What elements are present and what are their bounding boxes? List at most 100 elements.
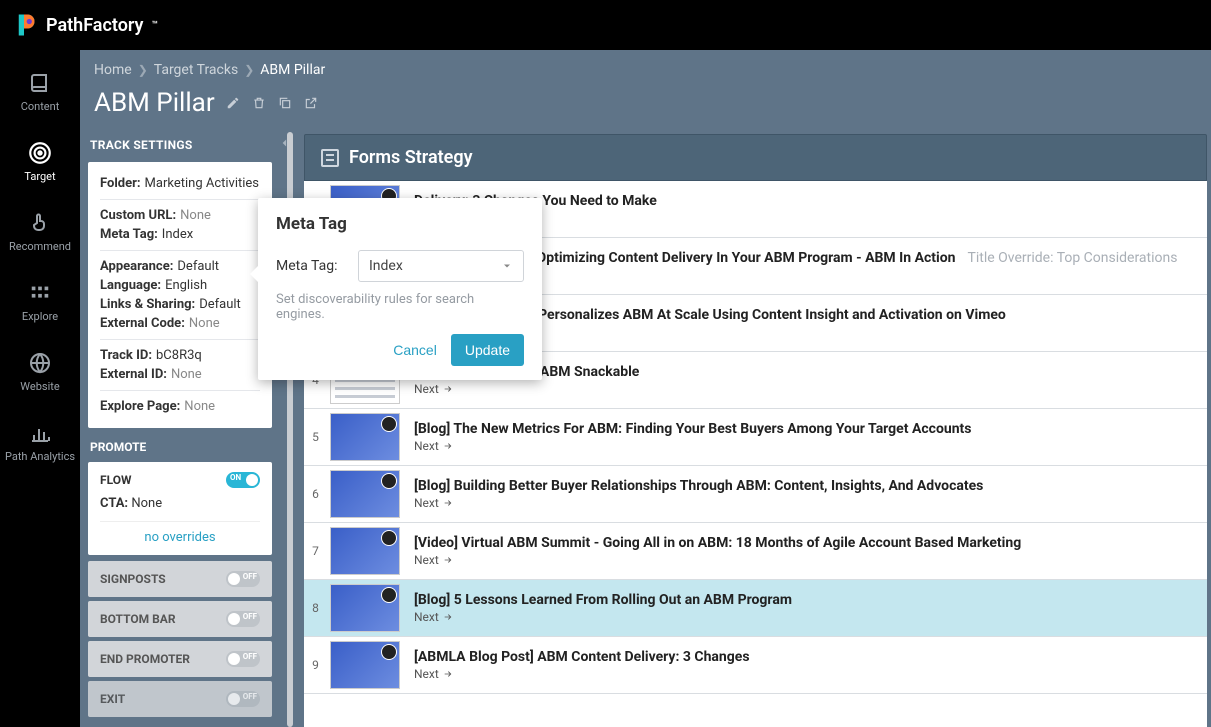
arrow-right-icon [443, 669, 453, 679]
popover-field-label: Meta Tag: [276, 258, 346, 274]
promote-bottom-bar[interactable]: BOTTOM BAR OFF [88, 601, 272, 637]
track-row[interactable]: 9[ABMLA Blog Post] ABM Content Delivery:… [304, 637, 1207, 694]
row-next[interactable]: Next [414, 496, 1199, 510]
meta-tag-select-value: Index [369, 258, 403, 274]
row-next[interactable]: Next [414, 610, 1199, 624]
arrow-right-icon [443, 384, 453, 394]
folder-label: Folder: [100, 176, 141, 191]
overrides-link[interactable]: no overrides [100, 521, 260, 545]
popover-arrow-icon [250, 266, 258, 282]
promote-flow-card: FLOW ON CTA: None no overrides [88, 462, 272, 555]
flow-toggle[interactable]: ON [226, 472, 260, 488]
arrow-right-icon [443, 555, 453, 565]
trash-icon[interactable] [251, 95, 267, 111]
track-id-value: bC8R3q [156, 348, 202, 363]
cancel-button[interactable]: Cancel [393, 342, 437, 358]
explore-page-label: Explore Page: [100, 399, 180, 414]
track-row[interactable]: 6[Blog] Building Better Buyer Relationsh… [304, 466, 1207, 523]
row-text: [Blog] Building Better Buyer Relationshi… [406, 474, 1207, 514]
nav-label: Path Analytics [5, 450, 75, 463]
row-text: [Blog] The New Metrics For ABM: Finding … [406, 417, 1207, 457]
nav-label: Content [21, 100, 60, 113]
appearance-label: Appearance: [100, 259, 173, 274]
row-title: [Blog] 5 Lessons Learned From Rolling Ou… [414, 592, 792, 608]
forms-strategy-header[interactable]: Forms Strategy [304, 134, 1207, 181]
row-next[interactable]: Next [414, 667, 1199, 681]
row-next[interactable]: Next [414, 553, 1199, 567]
arrow-right-icon [443, 498, 453, 508]
globe-icon [27, 350, 53, 376]
promote-signposts[interactable]: SIGNPOSTS OFF [88, 561, 272, 597]
meta-tag-popover: Meta Tag Meta Tag: Index Set discoverabi… [258, 198, 542, 380]
book-icon [27, 70, 53, 96]
row-number: 8 [304, 601, 324, 615]
edit-icon[interactable] [225, 95, 241, 111]
nav-label: Target [24, 170, 55, 183]
promote-end-promoter[interactable]: END PROMOTER OFF [88, 641, 272, 677]
exit-label: EXIT [100, 692, 125, 706]
breadcrumb-home[interactable]: Home [94, 62, 132, 78]
row-number: 5 [304, 430, 324, 444]
meta-tag-select[interactable]: Index [358, 250, 524, 282]
nav-target[interactable]: Target [0, 126, 80, 196]
nav-content[interactable]: Content [0, 56, 80, 126]
page-title: ABM Pillar [94, 88, 215, 118]
external-id-label: External ID: [100, 367, 167, 382]
track-row[interactable]: 5 [Blog] The New Metrics For ABM: Finding… [304, 409, 1207, 466]
signposts-toggle[interactable]: OFF [226, 571, 260, 587]
explore-page-value: None [184, 399, 215, 414]
chevron-down-icon [501, 260, 513, 272]
cta-value: None [131, 496, 162, 511]
share-icon[interactable] [303, 95, 319, 111]
exit-toggle[interactable]: OFF [226, 691, 260, 707]
nav-explore[interactable]: Explore [0, 266, 80, 336]
breadcrumb-tracks[interactable]: Target Tracks [154, 62, 238, 78]
external-id-value: None [171, 367, 202, 382]
row-thumbnail [330, 470, 400, 518]
popover-help-text: Set discoverability rules for search eng… [276, 292, 524, 322]
copy-icon[interactable] [277, 95, 293, 111]
flow-label: FLOW [100, 473, 131, 487]
row-title: [ABMLA Blog Post] ABM Content Delivery: … [414, 649, 750, 665]
settings-header-label: TRACK SETTINGS [90, 138, 193, 152]
language-label: Language: [100, 278, 161, 293]
popover-title: Meta Tag [276, 214, 524, 234]
links-sharing-label: Links & Sharing: [100, 297, 195, 312]
bar-chart-icon [27, 420, 53, 446]
nav-path-analytics[interactable]: Path Analytics [0, 406, 80, 476]
end-promoter-toggle[interactable]: OFF [226, 651, 260, 667]
row-text: [ABMLA Blog Post] ABM Content Delivery: … [406, 645, 1207, 685]
form-icon [321, 149, 339, 167]
bottom-bar-label: BOTTOM BAR [100, 612, 176, 626]
row-text: [Blog] 5 Lessons Learned From Rolling Ou… [406, 588, 1207, 628]
meta-tag-value[interactable]: Index [162, 227, 193, 242]
settings-card: Folder: Marketing Activities Custom URL:… [88, 162, 272, 428]
row-next[interactable]: Next [414, 439, 1199, 453]
pointer-icon [27, 210, 53, 236]
row-title: [Blog] The New Metrics For ABM: Finding … [414, 421, 971, 437]
end-promoter-label: END PROMOTER [100, 652, 190, 666]
row-thumbnail [330, 527, 400, 575]
chevron-right-icon: ❯ [138, 63, 148, 77]
custom-url-value: None [180, 208, 211, 223]
track-row[interactable]: 7[Video] Virtual ABM Summit - Going All … [304, 523, 1207, 580]
promote-exit[interactable]: EXIT OFF [88, 681, 272, 717]
brand-name: PathFactory [46, 15, 143, 36]
meta-tag-label: Meta Tag: [100, 227, 158, 242]
track-id-label: Track ID: [100, 348, 152, 363]
update-button[interactable]: Update [451, 334, 524, 366]
row-next[interactable]: Next [414, 382, 1199, 396]
custom-url-label: Custom URL: [100, 208, 176, 223]
collapse-arrow-icon[interactable] [278, 136, 292, 150]
brand-logo[interactable]: PathFactory™ [10, 11, 158, 39]
row-thumbnail [330, 641, 400, 689]
bottom-bar-toggle[interactable]: OFF [226, 611, 260, 627]
target-icon [27, 140, 53, 166]
arrow-right-icon [443, 441, 453, 451]
nav-recommend[interactable]: Recommend [0, 196, 80, 266]
chevron-right-icon: ❯ [244, 63, 254, 77]
appearance-value: Default [177, 259, 219, 274]
nav-website[interactable]: Website [0, 336, 80, 406]
track-row[interactable]: 8 [Blog] 5 Lessons Learned From Rolling O… [304, 580, 1207, 637]
forms-header-label: Forms Strategy [349, 147, 473, 168]
